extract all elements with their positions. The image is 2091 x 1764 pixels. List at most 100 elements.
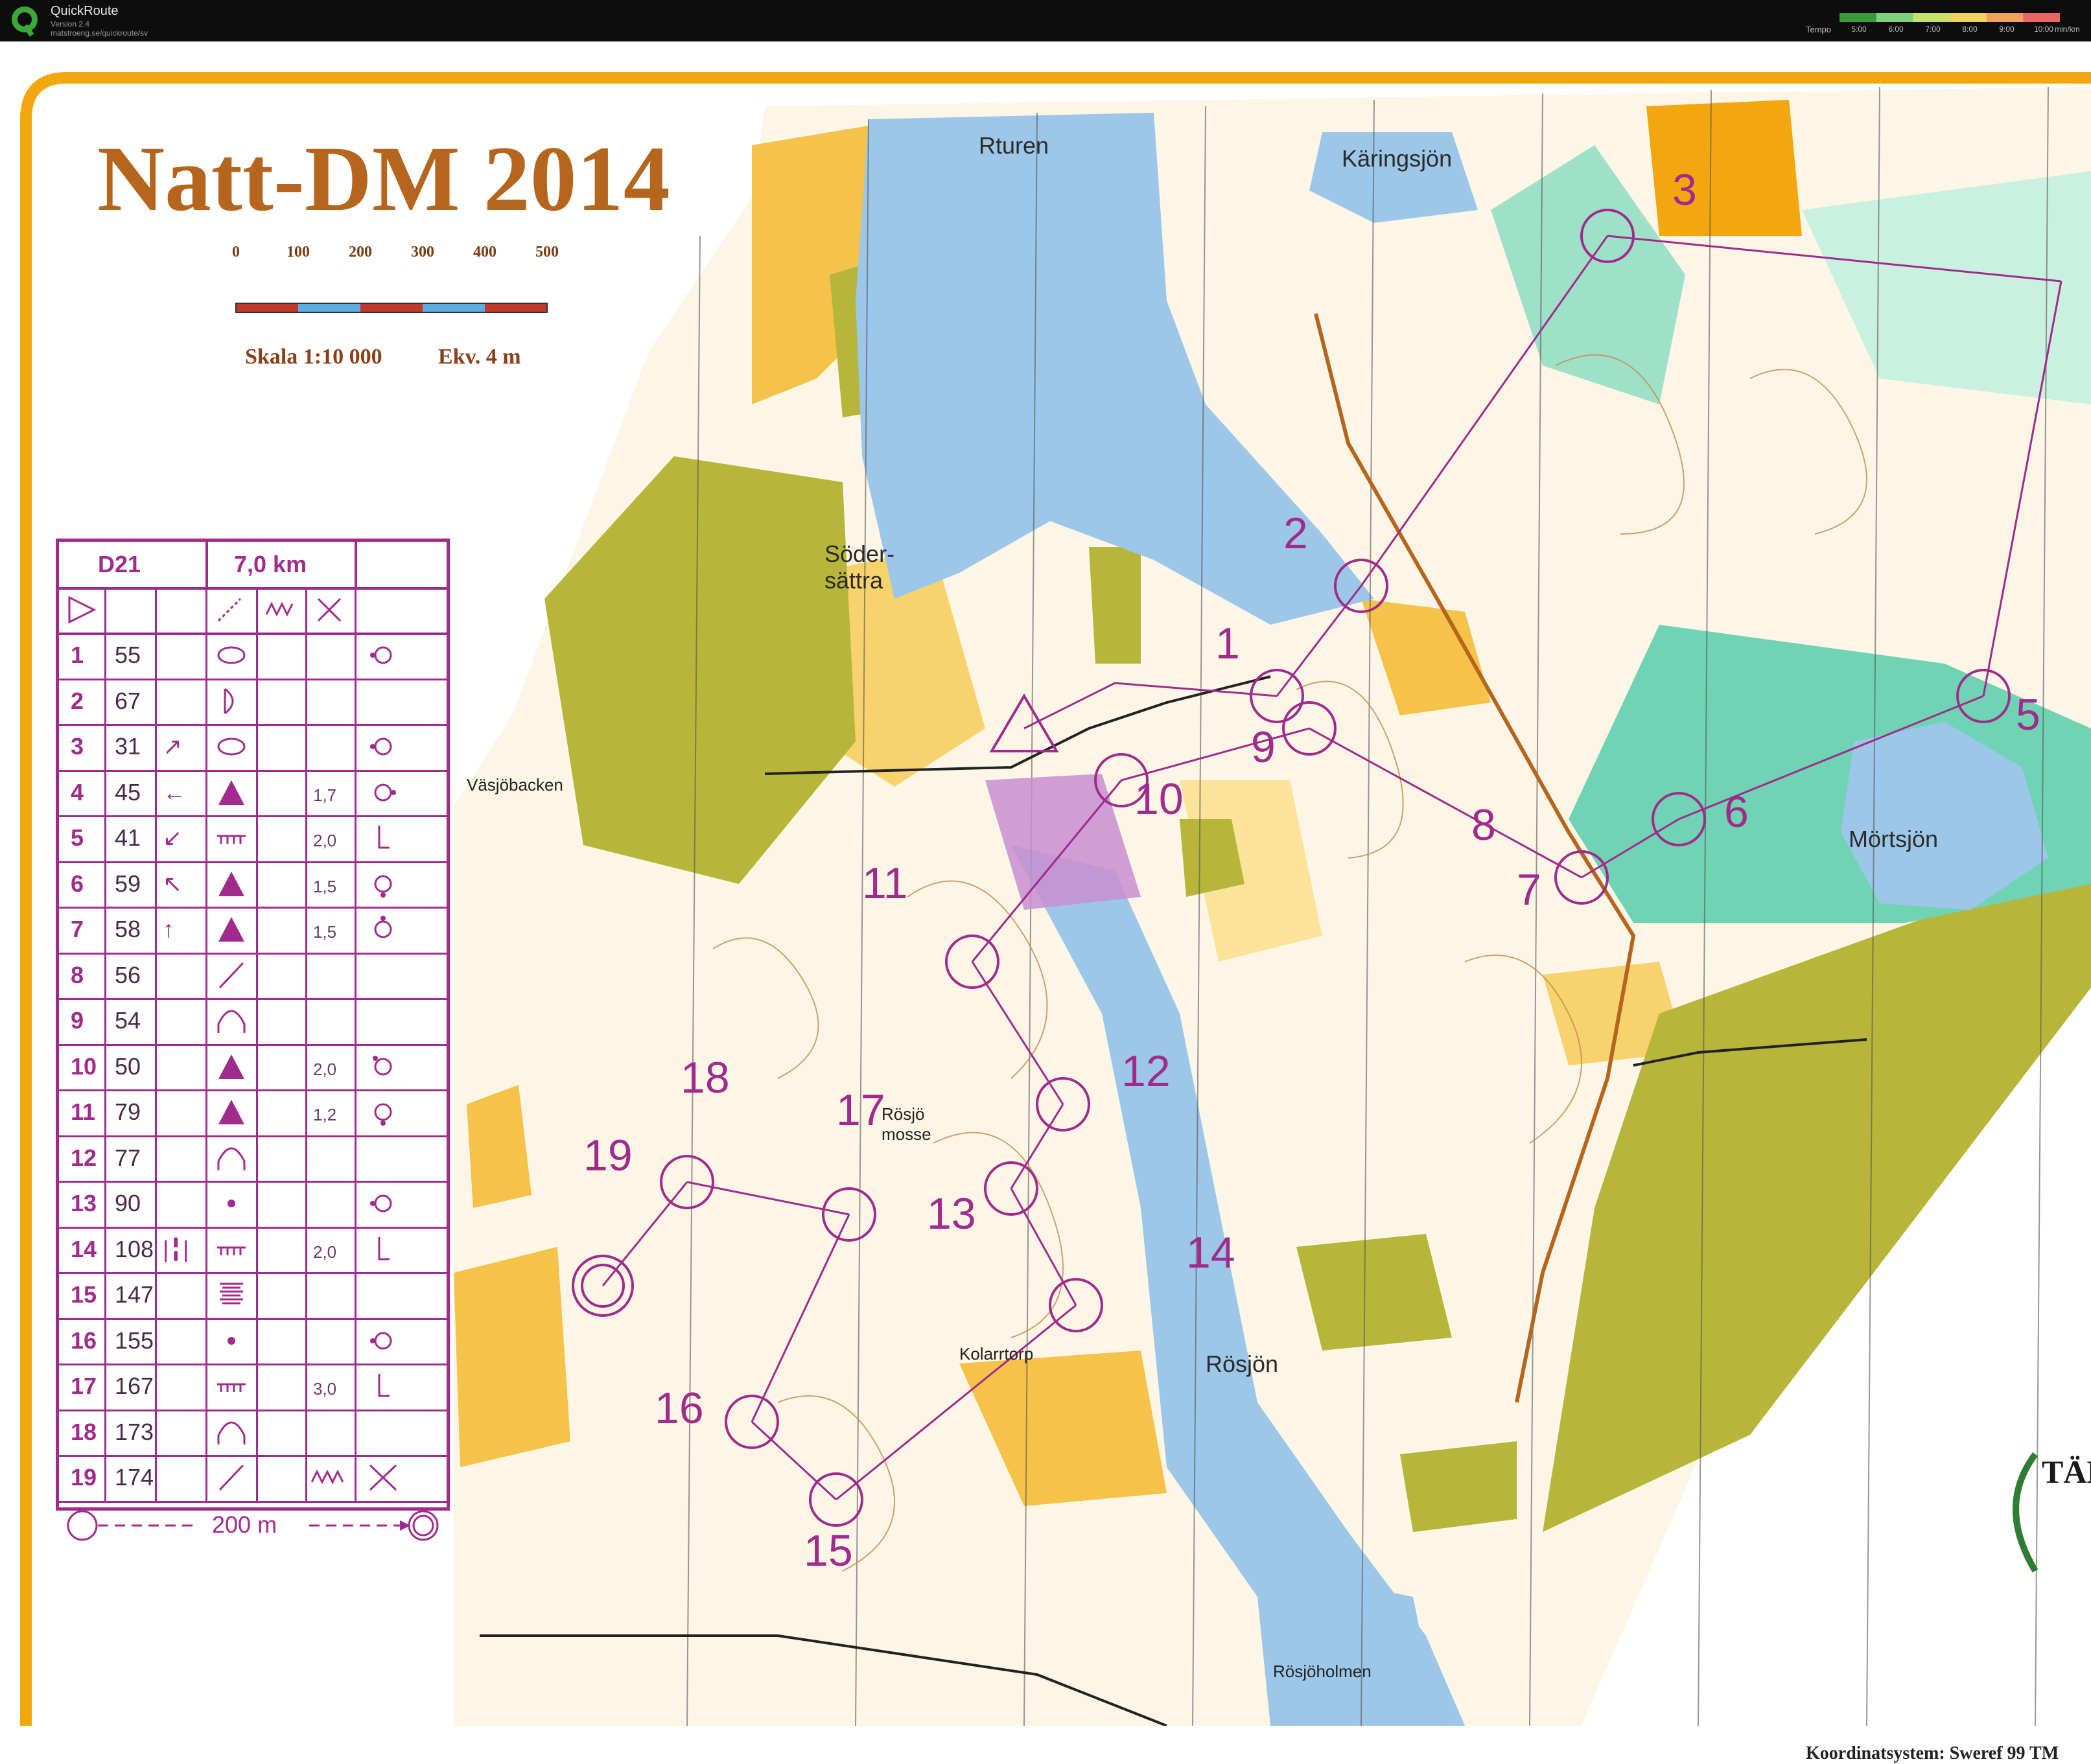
grid-line — [355, 542, 357, 587]
feature-triangle-icon — [218, 1100, 244, 1124]
app-version: Version 2.4 — [51, 19, 90, 29]
control-code: 108 — [115, 1235, 154, 1262]
tempo-swatch — [2023, 13, 2060, 22]
scale-text: Skala 1:10 000 — [245, 345, 382, 369]
feature-slash-icon — [218, 962, 244, 988]
feature-ditch-icon — [217, 835, 246, 844]
control-code: 31 — [115, 733, 141, 760]
feature-ditch-icon — [217, 1246, 246, 1255]
open-land-area — [1646, 100, 1802, 236]
control-label: 9 — [1251, 723, 1276, 772]
control-label: 8 — [1471, 800, 1496, 850]
orienteering-map[interactable]: Natt-DM 2014 0 100 200 300 400 500 Skala… — [0, 41, 2091, 1763]
dimension-value: 2,0 — [313, 831, 337, 850]
tempo-tick: 8:00 — [1962, 25, 1978, 34]
position-ring-top-icon — [374, 916, 392, 938]
feature-knoll-icon — [217, 1010, 246, 1033]
equidistance-text: Ekv. 4 m — [438, 345, 521, 369]
tempo-tick: 7:00 — [1925, 25, 1941, 34]
dashed-line-icon — [217, 598, 242, 622]
grid-line — [59, 861, 447, 863]
control-number: 10 — [71, 1052, 97, 1080]
feature-triangle-icon — [218, 1054, 244, 1079]
place-rosjo-mosse: Rösjö mosse — [882, 1104, 931, 1144]
control-label: 19 — [583, 1131, 633, 1180]
control-label: 3 — [1672, 165, 1697, 215]
control-code: 174 — [115, 1464, 154, 1491]
scale-bar — [235, 303, 548, 313]
tempo-swatch — [1840, 13, 1877, 22]
scale-label: 300 — [411, 244, 434, 261]
control-code: 173 — [115, 1418, 154, 1445]
control-number: 15 — [71, 1281, 97, 1308]
control-code: 79 — [115, 1098, 141, 1125]
finish-distance: 200 m — [212, 1511, 277, 1538]
control-number: 14 — [71, 1235, 97, 1262]
grid-line — [59, 769, 447, 772]
place-karingsjon: Käringsjön — [1342, 145, 1453, 172]
grid-line — [59, 815, 447, 817]
dimension-value: 1,5 — [313, 876, 337, 896]
control-number: 17 — [71, 1373, 97, 1399]
grid-line — [59, 1500, 447, 1503]
scale-label: 400 — [473, 244, 496, 261]
dimension-value: 2,0 — [313, 1059, 337, 1079]
control-code: 50 — [115, 1052, 141, 1080]
tempo-swatch — [1913, 13, 1950, 22]
feature-oval-icon — [217, 646, 246, 664]
grid-line — [155, 587, 157, 1501]
app-title-bar: QuickRoute Version 2.4 matstroeng.se/qui… — [0, 0, 2091, 41]
position-ring-top-left-icon — [373, 1055, 392, 1075]
settlement-area — [1089, 547, 1141, 664]
position-ring-right-icon — [374, 783, 396, 801]
control-number: 12 — [71, 1144, 97, 1171]
fence-zigzag-icon — [265, 601, 294, 617]
control-code: 54 — [115, 1007, 141, 1034]
control-number: 16 — [71, 1327, 97, 1354]
dimension-value: 1,7 — [313, 785, 337, 805]
control-number: 18 — [71, 1418, 97, 1445]
control-label: 14 — [1186, 1228, 1235, 1277]
grid-line — [59, 1317, 447, 1320]
position-foot-icon — [378, 1236, 390, 1260]
feature-knoll-icon — [217, 1147, 246, 1170]
grid-line — [59, 1272, 447, 1274]
app-name: QuickRoute — [51, 4, 119, 18]
place-rosjoholmen: Rösjöholmen — [1273, 1662, 1372, 1681]
control-code: 59 — [115, 870, 141, 897]
grid-line — [59, 907, 447, 909]
control-label: 12 — [1121, 1047, 1171, 1096]
grid-line — [104, 587, 106, 1501]
grid-line — [205, 542, 208, 587]
tempo-tick: 9:00 — [1999, 25, 2015, 34]
position-ring-left-icon — [370, 1332, 392, 1349]
control-number: 2 — [71, 687, 84, 714]
tempo-unit: min/km — [2055, 25, 2080, 34]
direction-symbol: ↙ — [163, 824, 183, 851]
scale-label: 100 — [286, 244, 310, 261]
position-foot-icon — [378, 826, 390, 849]
dimension-value: 1,2 — [313, 1105, 337, 1124]
place-mortsjon: Mörtsjön — [1849, 826, 1939, 852]
direction-symbol: |╏| — [163, 1235, 189, 1262]
position-cross-icon — [369, 1464, 397, 1491]
tempo-color-scale — [1840, 13, 2060, 22]
control-label: 13 — [927, 1189, 976, 1238]
feature-oval-icon — [217, 737, 246, 756]
control-description-sheet: D21 7,0 km 1 55 2 67 3 31 ↗ 4 45 ← 1,7 5 41 ↙ 2,0 6 59 ↖ 1,5… — [56, 539, 450, 1540]
grid-line — [59, 1226, 447, 1229]
position-ring-bottom-icon — [374, 875, 392, 898]
feature-slash-icon — [218, 1464, 244, 1491]
quickroute-logo-icon — [12, 6, 38, 37]
feature-triangle-icon — [218, 780, 244, 805]
control-number: 7 — [71, 916, 84, 942]
control-code: 155 — [115, 1327, 154, 1354]
direction-symbol: ← — [163, 778, 186, 806]
place-sodersattra: Söder- sättra — [824, 540, 895, 594]
control-label: 2 — [1283, 509, 1308, 558]
grid-line — [59, 952, 447, 955]
feature-triangle-icon — [218, 917, 244, 942]
feature-cliff-d-icon — [224, 688, 234, 714]
control-code: 167 — [115, 1373, 154, 1399]
tempo-swatch — [1876, 13, 1913, 22]
